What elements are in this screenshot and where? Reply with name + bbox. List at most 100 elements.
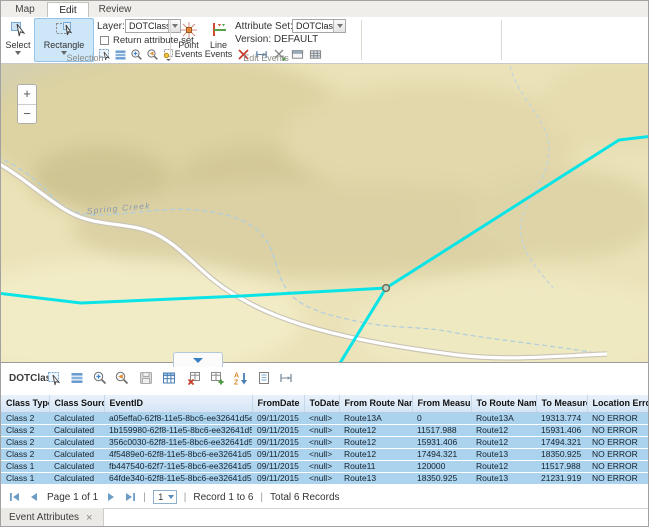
table-cell[interactable]: Calculated <box>49 460 104 472</box>
tab-event-attributes[interactable]: Event Attributes × <box>1 508 100 527</box>
column-header[interactable]: To Measure <box>536 395 587 412</box>
tab-close-icon[interactable]: × <box>86 513 92 523</box>
table-cell[interactable]: 356c0030-62f8-11e5-8bc6-ee32641d5ec9 <box>104 436 252 448</box>
table-cell[interactable]: 11517.988 <box>536 460 587 472</box>
table-cell[interactable]: 0 <box>412 412 471 424</box>
table-cell[interactable]: Calculated <box>49 448 104 460</box>
table-cell[interactable]: 09/11/2015 <box>252 448 304 460</box>
table-cell[interactable]: NO ERROR <box>587 412 649 424</box>
map-canvas[interactable]: Spring Creek + − <box>1 64 649 362</box>
table-cell[interactable]: 15931.406 <box>412 436 471 448</box>
table-cell[interactable]: 120000 <box>412 460 471 472</box>
table-cell[interactable]: <null> <box>304 424 339 436</box>
table-cell[interactable]: 11517.988 <box>412 424 471 436</box>
table-cell[interactable]: 64fde340-62f8-11e5-8bc6-ee32641d5ec9 <box>104 472 252 484</box>
zoom-to-selected-icon[interactable] <box>92 370 108 386</box>
page-number-dropdown[interactable]: 1 <box>153 490 177 504</box>
table-cell[interactable]: 09/11/2015 <box>252 424 304 436</box>
table-cell[interactable]: NO ERROR <box>587 472 649 484</box>
column-header[interactable]: EventID <box>104 395 252 412</box>
tab-map[interactable]: Map <box>5 2 45 17</box>
table-cell[interactable]: Route13A <box>339 412 412 424</box>
table-cell[interactable]: 4f5489e0-62f8-11e5-8bc6-ee32641d5ec9 <box>104 448 252 460</box>
table-cell[interactable]: 1b159980-62f8-11e5-8bc6-ee32641d5ec9 <box>104 424 252 436</box>
table-cell[interactable]: Route13 <box>339 472 412 484</box>
panel-collapse-button[interactable] <box>173 352 223 367</box>
remove-from-table-icon[interactable] <box>186 370 202 386</box>
table-cell[interactable]: 15931.406 <box>536 424 587 436</box>
attribute-table-icon[interactable] <box>161 370 177 386</box>
table-cell[interactable]: Route12 <box>339 424 412 436</box>
table-cell[interactable]: 18350.925 <box>412 472 471 484</box>
table-cell[interactable]: Class 2 <box>1 424 49 436</box>
attribute-set-combobox[interactable]: DOTClass <box>292 19 346 33</box>
table-row[interactable]: Class 1Calculatedfb447540-62f7-11e5-8bc6… <box>1 460 649 472</box>
zoom-in-button[interactable]: + <box>18 85 36 104</box>
pan-to-selected-icon[interactable] <box>114 370 130 386</box>
table-cell[interactable]: 09/11/2015 <box>252 460 304 472</box>
table-cell[interactable]: a05effa0-62f8-11e5-8bc6-ee32641d5ec9 <box>104 412 252 424</box>
table-cell[interactable]: <null> <box>304 460 339 472</box>
table-cell[interactable]: NO ERROR <box>587 448 649 460</box>
table-cell[interactable]: Route12 <box>339 436 412 448</box>
measure-records-icon[interactable] <box>278 370 294 386</box>
table-cell[interactable]: Route13A <box>471 412 536 424</box>
column-header[interactable]: From Route Name <box>339 395 412 412</box>
table-cell[interactable]: NO ERROR <box>587 460 649 472</box>
table-cell[interactable]: 18350.925 <box>536 448 587 460</box>
table-cell[interactable]: Route12 <box>471 436 536 448</box>
table-cell[interactable]: Route12 <box>471 424 536 436</box>
column-header[interactable]: Location Error <box>587 395 649 412</box>
next-page-icon[interactable] <box>105 491 117 503</box>
table-cell[interactable]: <null> <box>304 472 339 484</box>
table-cell[interactable]: Route12 <box>339 448 412 460</box>
table-row[interactable]: Class 1Calculated64fde340-62f8-11e5-8bc6… <box>1 472 649 484</box>
table-cell[interactable]: NO ERROR <box>587 424 649 436</box>
return-attribute-set-checkbox[interactable] <box>100 36 109 45</box>
table-cell[interactable]: Route11 <box>339 460 412 472</box>
column-header[interactable]: Class Type <box>1 395 49 412</box>
table-cell[interactable]: fb447540-62f7-11e5-8bc6-ee32641d5ec9 <box>104 460 252 472</box>
table-cell[interactable]: <null> <box>304 412 339 424</box>
column-header[interactable]: To Route Name <box>471 395 536 412</box>
table-cell[interactable]: Calculated <box>49 436 104 448</box>
previous-page-icon[interactable] <box>28 491 40 503</box>
table-cell[interactable]: Class 1 <box>1 472 49 484</box>
add-to-table-icon[interactable] <box>209 370 225 386</box>
table-cell[interactable]: Route13 <box>471 448 536 460</box>
table-cell[interactable]: Class 1 <box>1 460 49 472</box>
column-header[interactable]: ToDate <box>304 395 339 412</box>
attribute-form-icon[interactable] <box>256 370 272 386</box>
layer-combobox[interactable]: DOTClass <box>125 19 181 33</box>
table-cell[interactable]: Route12 <box>471 460 536 472</box>
table-row[interactable]: Class 2Calculated1b159980-62f8-11e5-8bc6… <box>1 424 649 436</box>
save-icon[interactable] <box>138 370 154 386</box>
table-cell[interactable]: Route13 <box>471 472 536 484</box>
table-row[interactable]: Class 2Calculated356c0030-62f8-11e5-8bc6… <box>1 436 649 448</box>
last-page-icon[interactable] <box>124 491 136 503</box>
table-cell[interactable]: NO ERROR <box>587 436 649 448</box>
sort-records-icon[interactable]: AZ <box>233 370 249 386</box>
first-page-icon[interactable] <box>9 491 21 503</box>
table-cell[interactable]: Class 2 <box>1 412 49 424</box>
route-junction-marker[interactable] <box>383 285 390 292</box>
show-selected-records-icon[interactable] <box>69 370 85 386</box>
table-cell[interactable]: <null> <box>304 436 339 448</box>
table-cell[interactable]: Calculated <box>49 424 104 436</box>
table-cell[interactable]: Calculated <box>49 412 104 424</box>
column-header[interactable]: Class Source <box>49 395 104 412</box>
tab-review[interactable]: Review <box>91 2 139 17</box>
table-cell[interactable]: Calculated <box>49 472 104 484</box>
column-header[interactable]: From Measure <box>412 395 471 412</box>
select-records-icon[interactable] <box>46 370 62 386</box>
table-cell[interactable]: 09/11/2015 <box>252 412 304 424</box>
table-cell[interactable]: 09/11/2015 <box>252 472 304 484</box>
table-cell[interactable]: 17494.321 <box>536 436 587 448</box>
column-header[interactable]: FromDate <box>252 395 304 412</box>
zoom-out-button[interactable]: − <box>18 104 36 123</box>
table-cell[interactable]: 17494.321 <box>412 448 471 460</box>
table-cell[interactable]: 21231.919 <box>536 472 587 484</box>
table-cell[interactable]: Class 2 <box>1 436 49 448</box>
table-cell[interactable]: 09/11/2015 <box>252 436 304 448</box>
attribute-set-dropdown-arrow-icon[interactable] <box>333 20 345 32</box>
